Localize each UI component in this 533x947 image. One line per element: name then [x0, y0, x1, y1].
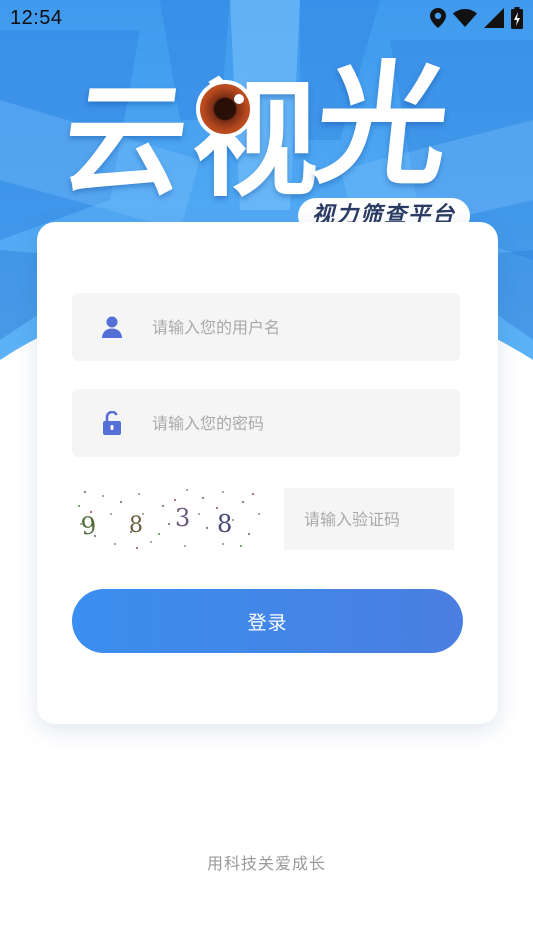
location-icon — [430, 8, 446, 28]
status-time: 12:54 — [10, 6, 63, 29]
captcha-input[interactable] — [284, 488, 454, 550]
unlock-icon — [72, 411, 152, 435]
logo-char-guang: 光 — [307, 49, 457, 203]
captcha-digit-4: 8 — [217, 510, 232, 538]
captcha-digit-3: 3 — [175, 504, 190, 532]
app-logo: 云 视 光 视力筛查平台 — [54, 49, 480, 234]
captcha-image[interactable]: 9 8 3 8 — [73, 484, 263, 552]
signal-icon — [484, 8, 504, 28]
captcha-digit-1: 9 — [80, 511, 98, 540]
user-icon — [72, 316, 152, 338]
eye-icon — [196, 80, 254, 138]
username-input[interactable] — [152, 293, 460, 361]
login-button[interactable]: 登录 — [72, 589, 463, 653]
captcha-digit-2: 8 — [129, 513, 143, 538]
wifi-icon — [453, 9, 477, 27]
password-field — [72, 389, 460, 457]
logo-char-yun: 云 — [54, 70, 196, 212]
status-bar: 12:54 — [0, 0, 533, 36]
login-card: 9 8 3 8 登录 — [37, 222, 498, 724]
status-icons — [430, 7, 523, 29]
username-field — [72, 293, 460, 361]
footer-slogan: 用科技关爱成长 — [206, 854, 326, 873]
battery-charging-icon — [511, 7, 523, 29]
password-input[interactable] — [152, 389, 460, 457]
